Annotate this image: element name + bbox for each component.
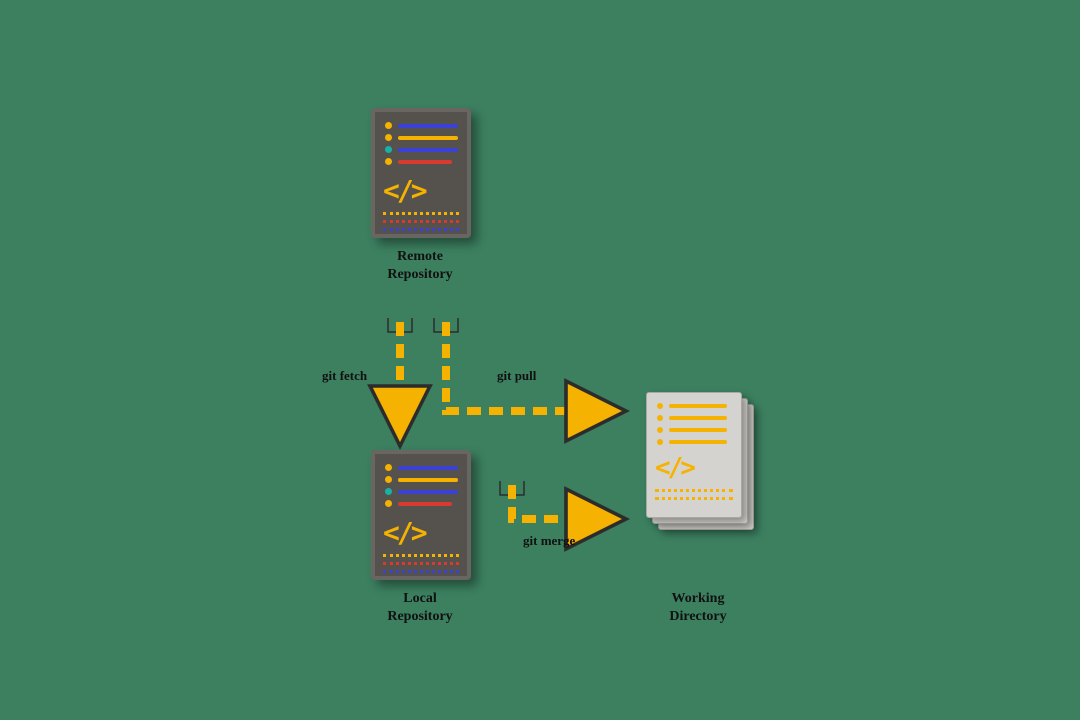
label-git-pull: git pull: [497, 368, 536, 384]
label-git-merge: git merge: [523, 533, 575, 549]
local-repo-icon: </>: [371, 450, 471, 580]
arrow-fetch: [388, 318, 412, 434]
code-icon: </>: [383, 516, 425, 549]
code-icon: </>: [383, 174, 425, 207]
local-repo-label: Local Repository: [350, 590, 490, 626]
working-directory-icon: </>: [646, 392, 756, 532]
arrows-layer: [0, 0, 1080, 720]
diagram-stage: </> Remote Repository </> Local Reposito…: [0, 0, 1080, 720]
arrow-merge: [500, 481, 614, 519]
label-git-fetch: git fetch: [322, 368, 367, 384]
remote-repo-label: Remote Repository: [350, 248, 490, 284]
remote-repo-icon: </>: [371, 108, 471, 238]
working-directory-label: Working Directory: [628, 590, 768, 626]
code-icon: </>: [655, 453, 693, 483]
arrow-pull: [434, 318, 614, 411]
